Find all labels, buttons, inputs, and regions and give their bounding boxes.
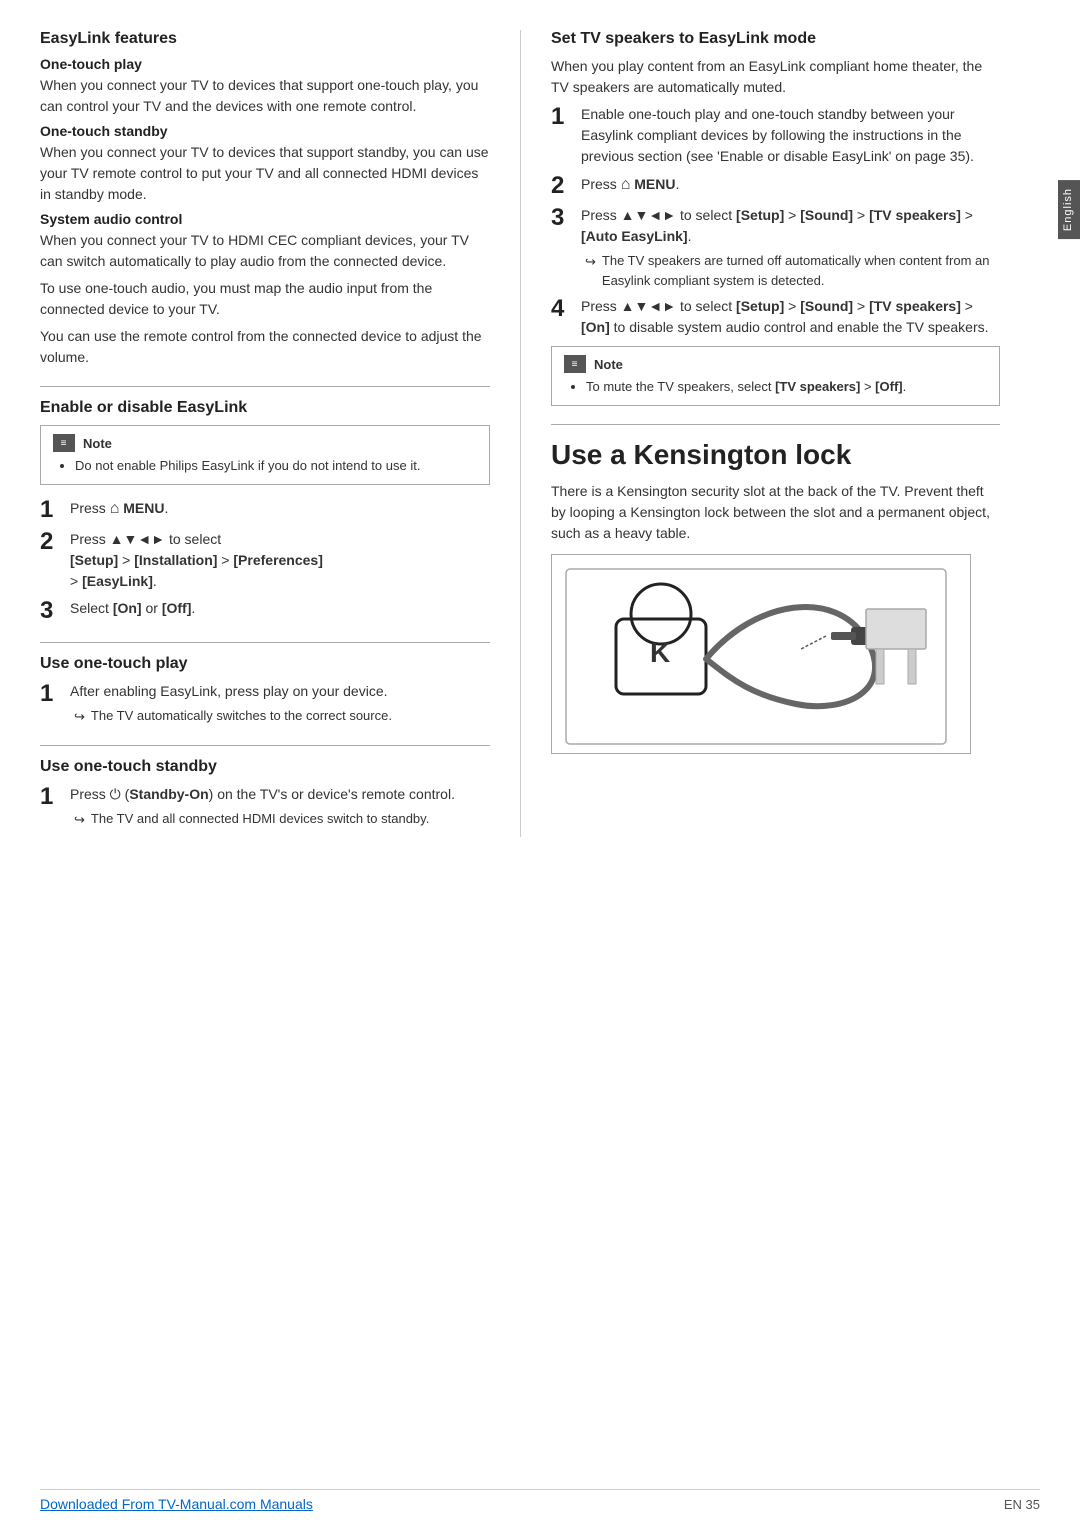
one-touch-play-section: Use one-touch play 1 After enabling Easy… <box>40 655 490 727</box>
kensington-description: There is a Kensington security slot at t… <box>551 481 1000 544</box>
divider-2 <box>40 642 490 643</box>
system-audio-text3: You can use the remote control from the … <box>40 326 490 368</box>
step-item: 3 Select [On] or [Off]. <box>40 598 490 624</box>
note-content: Do not enable Philips EasyLink if you do… <box>53 456 477 476</box>
page-number: EN 35 <box>1004 1497 1040 1512</box>
kensington-illustration: K <box>551 554 971 754</box>
divider-3 <box>40 745 490 746</box>
step-item: 1 Enable one-touch play and one-touch st… <box>551 104 1000 167</box>
kensington-title: Use a Kensington lock <box>551 439 1000 471</box>
set-tv-speakers-title: Set TV speakers to EasyLink mode <box>551 30 1000 48</box>
arrow-icon: ↪ <box>74 707 85 727</box>
easylink-features-title: EasyLink features <box>40 30 490 48</box>
easylink-features-section: EasyLink features One-touch play When yo… <box>40 30 490 368</box>
footer-link[interactable]: Downloaded From TV-Manual.com Manuals <box>40 1496 313 1512</box>
one-touch-standby-steps: 1 Press ⏻ (Standby-On) on the TV's or de… <box>40 784 490 830</box>
step-item: 4 Press ▲▼◄► to select [Setup] > [Sound]… <box>551 296 1000 338</box>
step-item: 2 Press ⌂ MENU. <box>551 173 1000 199</box>
arrow-icon: ↪ <box>74 810 85 830</box>
set-tv-speakers-section: Set TV speakers to EasyLink mode When yo… <box>551 30 1000 406</box>
enable-disable-section: Enable or disable EasyLink ≡ Note Do not… <box>40 399 490 624</box>
note-label: Note <box>83 436 112 451</box>
step-item: 1 After enabling EasyLink, press play on… <box>40 681 490 727</box>
enable-disable-title: Enable or disable EasyLink <box>40 399 490 417</box>
divider-1 <box>40 386 490 387</box>
arrow-icon: ↪ <box>585 252 596 272</box>
note-content-2: To mute the TV speakers, select [TV spea… <box>564 377 987 397</box>
kensington-section: Use a Kensington lock There is a Kensing… <box>551 439 1000 754</box>
one-touch-standby-section-title: Use one-touch standby <box>40 758 490 776</box>
one-touch-standby-text: When you connect your TV to devices that… <box>40 142 490 205</box>
enable-disable-note: ≡ Note Do not enable Philips EasyLink if… <box>40 425 490 485</box>
one-touch-play-steps: 1 After enabling EasyLink, press play on… <box>40 681 490 727</box>
divider-right-1 <box>551 424 1000 425</box>
one-touch-play-title: One-touch play <box>40 56 490 72</box>
svg-text:K: K <box>650 637 670 668</box>
note-icon-2: ≡ <box>564 355 586 373</box>
enable-disable-steps: 1 Press ⌂ MENU. 2 Press ▲▼◄► to select [… <box>40 497 490 625</box>
one-touch-standby-section: Use one-touch standby 1 Press ⏻ (Standby… <box>40 758 490 830</box>
step-item: 3 Press ▲▼◄► to select [Setup] > [Sound]… <box>551 205 1000 290</box>
one-touch-play-section-title: Use one-touch play <box>40 655 490 673</box>
language-tab: English <box>1058 180 1080 239</box>
note-icon: ≡ <box>53 434 75 452</box>
system-audio-text2: To use one-touch audio, you must map the… <box>40 278 490 320</box>
step-item: 1 Press ⏻ (Standby-On) on the TV's or de… <box>40 784 490 830</box>
step-item: 2 Press ▲▼◄► to select [Setup] > [Instal… <box>40 529 490 592</box>
tv-speakers-note: ≡ Note To mute the TV speakers, select [… <box>551 346 1000 406</box>
step-item: 1 Press ⌂ MENU. <box>40 497 490 523</box>
footer: Downloaded From TV-Manual.com Manuals EN… <box>40 1489 1040 1512</box>
set-tv-speakers-intro: When you play content from an EasyLink c… <box>551 56 1000 98</box>
one-touch-standby-title: One-touch standby <box>40 123 490 139</box>
one-touch-play-text: When you connect your TV to devices that… <box>40 75 490 117</box>
system-audio-text1: When you connect your TV to HDMI CEC com… <box>40 230 490 272</box>
note-label-2: Note <box>594 357 623 372</box>
set-tv-speakers-steps: 1 Enable one-touch play and one-touch st… <box>551 104 1000 338</box>
system-audio-title: System audio control <box>40 211 490 227</box>
